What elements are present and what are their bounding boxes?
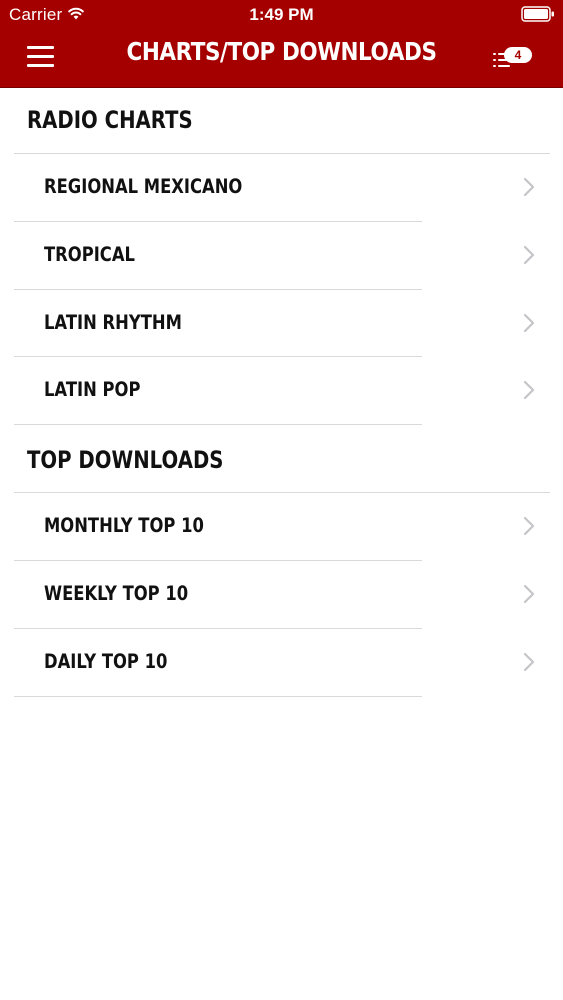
queue-count-badge: 4: [504, 47, 532, 63]
list-item-label: MONTHLY TOP 10: [44, 514, 204, 537]
list-item-monthly-top-10[interactable]: MONTHLY TOP 10: [0, 492, 563, 560]
list-item-tropical[interactable]: TROPICAL: [0, 221, 563, 289]
queue-button[interactable]: 4: [491, 44, 535, 74]
clock: 1:49 PM: [249, 5, 314, 24]
chevron-right-icon: [523, 584, 535, 604]
chevron-right-icon: [523, 380, 535, 400]
list-item-label: TROPICAL: [44, 243, 135, 266]
divider: [14, 696, 422, 697]
page-title: CHARTS/TOP DOWNLOADS: [126, 37, 437, 66]
chevron-right-icon: [523, 652, 535, 672]
list-item-latin-rhythm[interactable]: LATIN RHYTHM: [0, 289, 563, 357]
list-item-latin-pop[interactable]: LATIN POP: [0, 356, 563, 424]
list-item-label: REGIONAL MEXICANO: [44, 175, 243, 198]
list-item-label: WEEKLY TOP 10: [44, 582, 189, 605]
list-item-daily-top-10[interactable]: DAILY TOP 10: [0, 628, 563, 696]
nav-header: Carrier 1:49 PM CHARTS/TOP DOWNLOADS 4: [0, 0, 563, 88]
list-item-label: LATIN RHYTHM: [44, 311, 182, 334]
divider: [14, 424, 422, 425]
chevron-right-icon: [523, 313, 535, 333]
section-header-top-downloads: TOP DOWNLOADS: [27, 446, 224, 474]
section-header-radio-charts: RADIO CHARTS: [27, 106, 193, 134]
chevron-right-icon: [523, 516, 535, 536]
battery-icon: [521, 6, 554, 22]
list-item-weekly-top-10[interactable]: WEEKLY TOP 10: [0, 560, 563, 628]
list-item-label: LATIN POP: [44, 378, 141, 401]
status-bar: Carrier 1:49 PM: [0, 0, 563, 30]
list-item-label: DAILY TOP 10: [44, 650, 168, 673]
hamburger-menu-icon[interactable]: [27, 46, 54, 68]
chevron-right-icon: [523, 245, 535, 265]
chevron-right-icon: [523, 177, 535, 197]
list-item-regional-mexicano[interactable]: REGIONAL MEXICANO: [0, 153, 563, 221]
